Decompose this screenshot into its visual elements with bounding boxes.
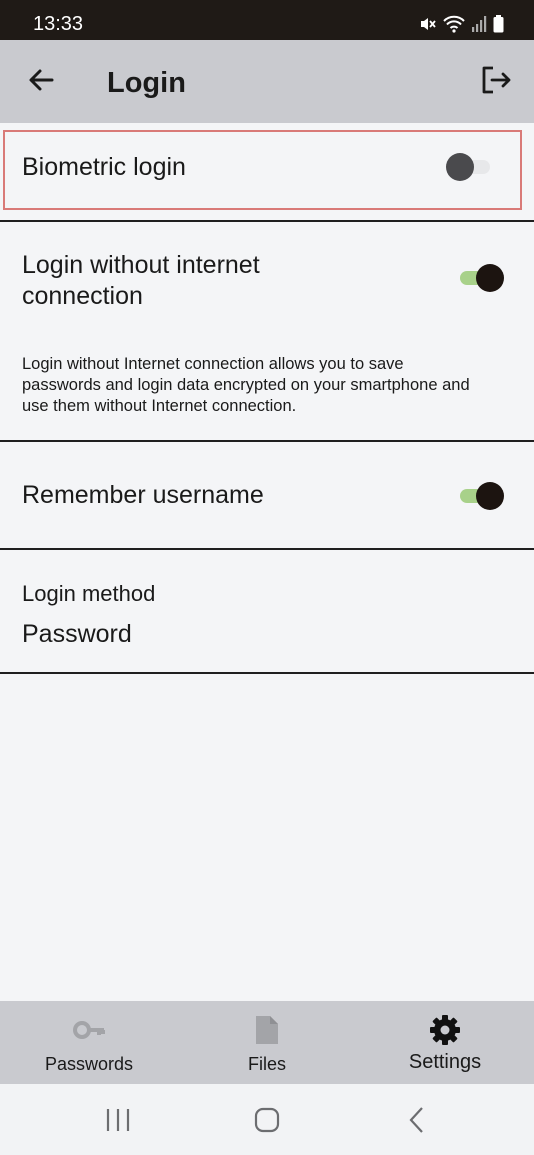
signal-icon	[472, 16, 487, 32]
login-method-label: Login method	[22, 581, 156, 606]
nav-settings[interactable]: Settings	[356, 1001, 534, 1084]
toggle-thumb	[476, 482, 504, 510]
nav-passwords[interactable]: Passwords	[0, 1001, 178, 1084]
remember-username-row[interactable]: Remember username	[0, 442, 534, 548]
offline-login-description-line3: use them without Internet connection.	[22, 397, 297, 415]
mute-icon	[421, 18, 436, 30]
status-time: 13:33	[33, 13, 84, 35]
remember-username-toggle[interactable]	[458, 481, 508, 511]
chevron-left-icon	[409, 1107, 423, 1133]
nav-files[interactable]: Files	[178, 1001, 356, 1084]
status-icons	[419, 13, 504, 35]
offline-login-label-line2: connection	[22, 282, 143, 310]
file-icon	[256, 1016, 278, 1044]
logout-icon	[482, 66, 511, 94]
battery-icon	[493, 15, 504, 33]
key-icon	[73, 1021, 105, 1039]
offline-login-description-line2: passwords and login data encrypted on yo…	[22, 376, 470, 394]
recent-apps-button[interactable]	[98, 1104, 138, 1136]
wifi-icon	[443, 15, 465, 33]
page-title: Login	[107, 67, 186, 99]
offline-login-toggle[interactable]	[458, 263, 508, 293]
status-bar: 13:33	[0, 0, 534, 40]
login-method-row[interactable]: Login method Password	[0, 550, 534, 672]
back-button[interactable]	[24, 62, 60, 98]
remember-username-label: Remember username	[22, 481, 264, 509]
nav-label: Files	[247, 1054, 286, 1074]
system-navigation-bar	[0, 1084, 534, 1155]
nav-icon-wrap	[0, 1014, 178, 1046]
home-icon	[254, 1107, 280, 1133]
gear-icon	[430, 1015, 460, 1045]
toggle-thumb	[476, 264, 504, 292]
app-bar: Login	[0, 40, 534, 123]
nav-label: Settings	[408, 1051, 482, 1073]
home-button[interactable]	[247, 1104, 287, 1136]
divider	[0, 672, 534, 674]
arrow-left-icon	[29, 69, 54, 91]
back-nav-button[interactable]	[397, 1104, 437, 1136]
login-method-value: Password	[22, 620, 132, 648]
offline-login-row[interactable]: Login without internet connection Login …	[0, 222, 534, 440]
logout-button[interactable]	[478, 62, 514, 98]
offline-login-label-line1: Login without internet	[22, 251, 260, 279]
offline-login-description-line1: Login without Internet connection allows…	[22, 355, 404, 373]
nav-icon-wrap	[356, 1014, 534, 1046]
recent-apps-icon	[106, 1109, 130, 1131]
selection-highlight	[3, 130, 522, 210]
nav-icon-wrap	[178, 1014, 356, 1046]
bottom-navigation: Passwords Files Settings	[0, 1001, 534, 1084]
nav-label: Passwords	[44, 1054, 134, 1074]
